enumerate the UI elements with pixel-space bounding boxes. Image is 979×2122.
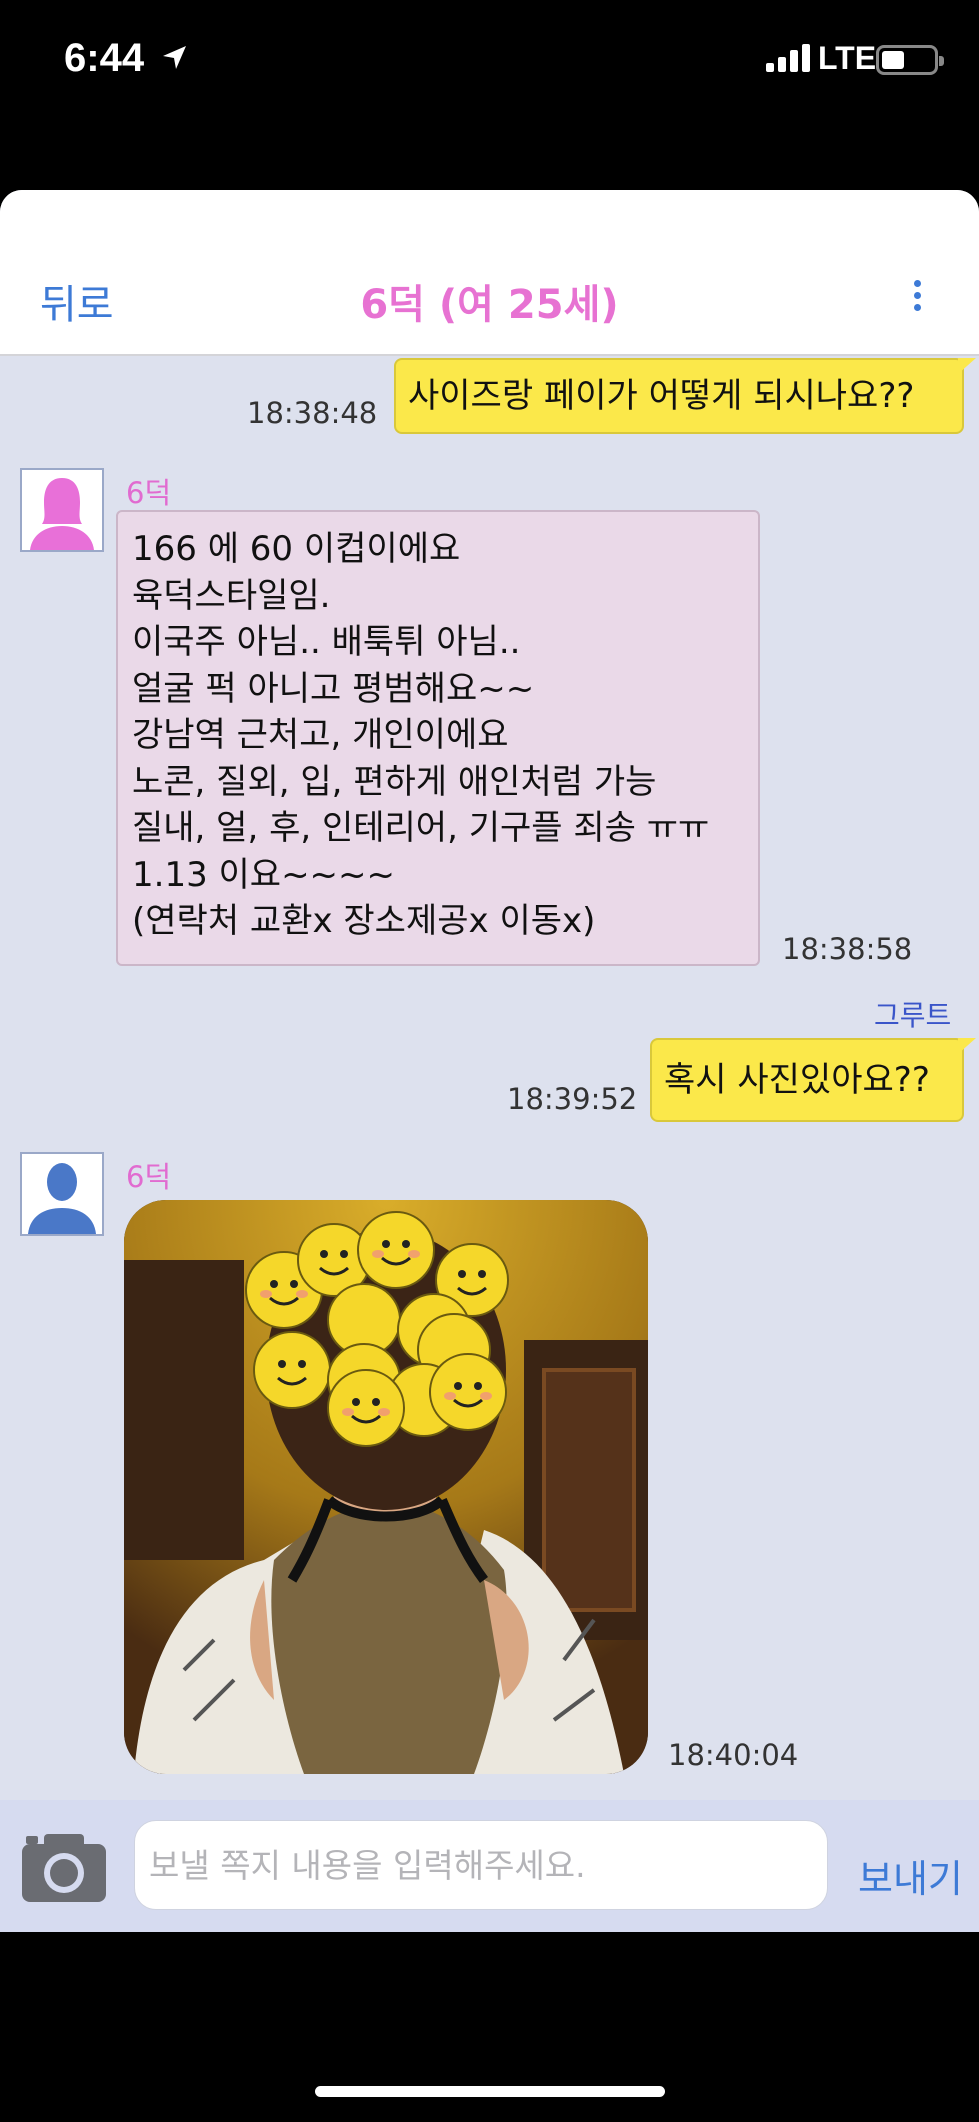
message-line: 강남역 근처고, 개인이에요 xyxy=(132,715,509,755)
message-time: 18:40:04 xyxy=(668,1738,799,1772)
message-line: 얼굴 퍽 아니고 평범해요~~ xyxy=(132,668,535,709)
sender-name: 6덕 xyxy=(126,1160,172,1194)
signal-icon xyxy=(766,44,810,72)
message-time: 18:38:58 xyxy=(782,932,913,966)
network-type: LTE xyxy=(818,40,877,76)
camera-icon[interactable] xyxy=(18,1830,110,1904)
female-avatar-icon xyxy=(30,478,94,550)
message-time: 18:38:48 xyxy=(247,396,378,430)
message-line: 1.13 이요~~~~ xyxy=(132,854,396,895)
home-indicator[interactable] xyxy=(315,2086,665,2097)
battery-icon xyxy=(876,45,944,75)
message-line: 육덕스타일임. xyxy=(132,575,331,616)
photo-attachment[interactable] xyxy=(124,1200,648,1774)
photo-image xyxy=(124,1200,648,1774)
message-line: 노콘, 질외, 입, 편하게 애인처럼 가능 xyxy=(132,761,657,802)
message-line: 166 에 60 이컵이에요 xyxy=(132,529,461,569)
message-composer: 보내기 xyxy=(0,1800,979,1932)
message-time: 18:39:52 xyxy=(507,1082,638,1116)
location-arrow-icon xyxy=(163,46,186,69)
status-time: 6:44 xyxy=(64,36,145,80)
avatar[interactable] xyxy=(20,468,104,552)
incoming-message-bubble[interactable]: 166 에 60 이컵이에요 육덕스타일임. 이국주 아님.. 배툭튀 아님..… xyxy=(116,510,760,966)
message-line: 질내, 얼, 후, 인테리어, 기구플 죄송 ㅠㅠ xyxy=(132,808,710,848)
read-label: 그루트 xyxy=(874,999,952,1032)
outgoing-message-bubble[interactable]: 사이즈랑 페이가 어떻게 되시나요?? xyxy=(394,358,976,434)
outgoing-message-bubble[interactable]: 혹시 사진있아요?? xyxy=(650,1038,976,1122)
more-vertical-icon[interactable] xyxy=(914,280,924,312)
chat-screen: 뒤로 6덕 (여 25세) 18:38:48 사이즈랑 페이가 어떻게 되시나요… xyxy=(0,190,979,1932)
message-line: (연락처 교환x 장소제공x 이동x) xyxy=(132,901,596,941)
message-input[interactable] xyxy=(134,1820,828,1910)
sender-name: 6덕 xyxy=(126,476,172,510)
nav-bar: 뒤로 6덕 (여 25세) xyxy=(0,190,979,356)
page-title: 6덕 (여 25세) xyxy=(360,282,619,328)
status-bar: 6:44 LTE xyxy=(0,0,979,130)
send-button[interactable]: 보내기 xyxy=(858,1848,963,1903)
male-avatar-icon xyxy=(28,1163,96,1234)
avatar[interactable] xyxy=(20,1152,104,1236)
message-line: 이국주 아님.. 배툭튀 아님.. xyxy=(132,622,521,662)
